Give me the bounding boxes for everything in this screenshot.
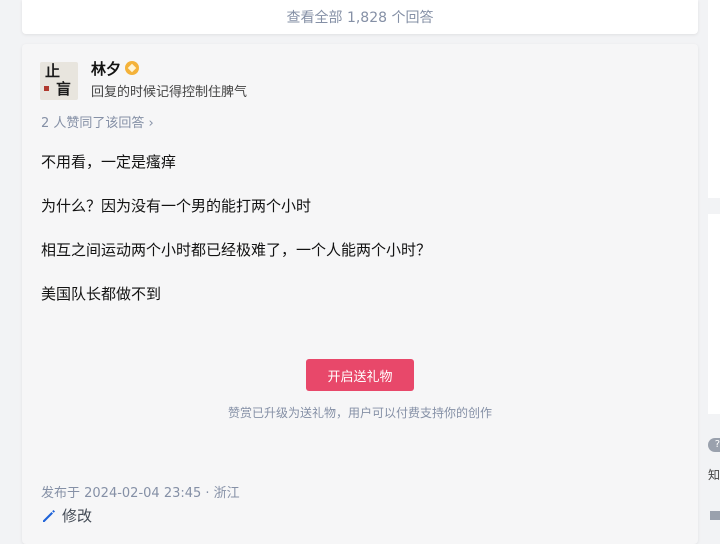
view-all-answers-link[interactable]: 查看全部 1,828 个回答	[287, 7, 434, 27]
answer-paragraph: 相互之间运动两个小时都已经极难了，一个人能两个小时？	[41, 241, 432, 259]
answer-card: 止 盲 林夕 回复的时候记得控制住脾气 2 人赞同了该回答 › 不用看，一定是瘙…	[22, 44, 698, 544]
author-badge-icon[interactable]	[125, 61, 139, 75]
avatar[interactable]: 止 盲	[40, 62, 78, 100]
gift-note: 赞赏已升级为送礼物，用户可以付费支持你的创作	[227, 406, 492, 420]
edit-button[interactable]: 修改	[41, 505, 92, 526]
enable-gift-button[interactable]: 开启送礼物	[306, 359, 414, 391]
answer-paragraph: 不用看，一定是瘙痒	[41, 153, 177, 171]
upvote-info-link[interactable]: 2 人赞同了该回答 ›	[41, 112, 154, 131]
sidebar-link-text[interactable]: 知	[708, 466, 720, 483]
avatar-seal	[44, 86, 49, 91]
author-name[interactable]: 林夕	[91, 58, 121, 79]
sidebar-card	[708, 0, 720, 198]
avatar-char-1: 止	[45, 62, 61, 80]
help-icon[interactable]: ?	[708, 438, 720, 452]
more-answers-bar: 查看全部 1,828 个回答	[22, 0, 698, 34]
answer-paragraph: 美国队长都做不到	[41, 285, 162, 303]
answer-paragraph: 为什么？因为没有一个男的能打两个小时	[41, 197, 312, 215]
report-icon[interactable]	[710, 511, 720, 520]
pencil-icon	[43, 509, 55, 522]
edit-label: 修改	[62, 507, 93, 525]
author-headline: 回复的时候记得控制住脾气	[91, 85, 248, 100]
publish-time: 发布于 2024-02-04 23:45 · 浙江	[41, 486, 240, 501]
sidebar-card	[708, 214, 720, 414]
avatar-char-2: 盲	[56, 80, 72, 98]
